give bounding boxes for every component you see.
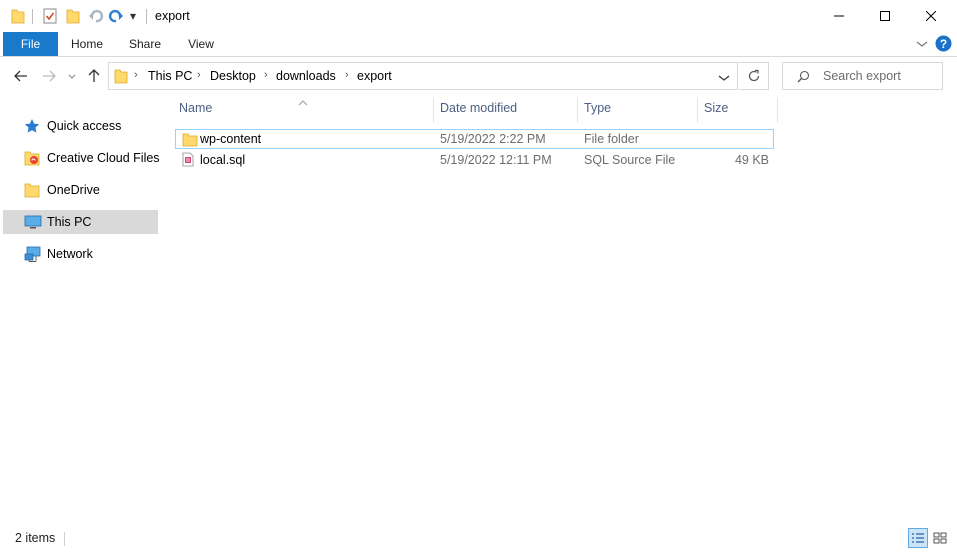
redo-icon[interactable]: [108, 8, 124, 27]
customize-toolbar-dropdown[interactable]: ▾: [130, 9, 136, 23]
separator: [146, 9, 147, 24]
folder-icon: [24, 182, 42, 198]
maximize-button[interactable]: [862, 0, 908, 32]
sql-file-icon: [182, 152, 194, 170]
column-header-date-modified[interactable]: Date modified: [440, 101, 570, 123]
large-icons-view-icon: [933, 532, 947, 544]
separator: [32, 9, 33, 24]
details-view-icon: [912, 533, 924, 543]
file-row[interactable]: local.sql 5/19/2022 12:11 PM SQL Source …: [175, 150, 774, 170]
properties-icon[interactable]: [43, 8, 57, 27]
breadcrumb-export[interactable]: export: [357, 69, 392, 83]
star-icon: [24, 118, 42, 134]
sidebar-item-this-pc[interactable]: This PC: [3, 210, 158, 234]
recent-locations-button[interactable]: [62, 66, 82, 86]
new-folder-icon[interactable]: [66, 8, 80, 27]
file-date: 5/19/2022 2:22 PM: [440, 132, 546, 146]
tab-view[interactable]: View: [180, 32, 222, 56]
column-header-size[interactable]: Size: [704, 101, 774, 123]
expand-ribbon-icon[interactable]: [916, 38, 928, 52]
file-row[interactable]: wp-content 5/19/2022 2:22 PM File folder: [175, 129, 774, 149]
tab-home[interactable]: Home: [66, 32, 108, 56]
sidebar-item-label: Creative Cloud Files: [47, 151, 160, 165]
tab-share[interactable]: Share: [124, 32, 166, 56]
window-title: export: [155, 9, 190, 23]
folder-icon: [182, 132, 198, 150]
column-divider[interactable]: [697, 97, 698, 123]
folder-icon: [114, 68, 128, 87]
minimize-button[interactable]: [816, 0, 862, 32]
title-bar: ▾ export: [0, 0, 957, 32]
breadcrumb-separator[interactable]: ›: [197, 69, 201, 81]
column-divider[interactable]: [577, 97, 578, 123]
tab-file[interactable]: File: [3, 32, 58, 56]
breadcrumb-separator[interactable]: ›: [345, 69, 349, 81]
navigation-pane: Quick access Creative Cloud Files OneDri…: [0, 97, 160, 527]
breadcrumb-separator[interactable]: ›: [134, 69, 138, 81]
search-box[interactable]: Search export: [782, 62, 943, 90]
file-size: 49 KB: [734, 153, 769, 167]
refresh-icon: [748, 69, 759, 82]
sidebar-item-label: OneDrive: [47, 183, 100, 197]
search-placeholder: Search export: [823, 69, 901, 83]
close-button[interactable]: [908, 0, 954, 32]
address-dropdown-icon[interactable]: [718, 72, 730, 86]
file-type: SQL Source File: [584, 153, 676, 167]
breadcrumb-this-pc[interactable]: This PC: [148, 69, 192, 83]
up-button[interactable]: [84, 66, 104, 86]
status-item-count: 2 items: [15, 531, 56, 545]
large-icons-view-button[interactable]: [930, 528, 950, 548]
file-name: wp-content: [200, 132, 262, 146]
file-type: File folder: [584, 132, 639, 146]
sidebar-item-label: Quick access: [47, 119, 122, 133]
sidebar-item-network[interactable]: Network: [3, 242, 158, 266]
column-divider[interactable]: [777, 97, 778, 123]
folder-icon: [11, 8, 25, 27]
back-button[interactable]: [11, 66, 31, 86]
column-header-name[interactable]: Name: [179, 101, 429, 123]
file-date: 5/19/2022 12:11 PM: [440, 153, 552, 167]
svg-text:?: ?: [940, 37, 947, 51]
help-icon[interactable]: ?: [935, 35, 952, 55]
monitor-icon: [24, 214, 42, 230]
column-header-type[interactable]: Type: [584, 101, 694, 123]
sidebar-item-quick-access[interactable]: Quick access: [3, 114, 158, 138]
ribbon-tabs: File Home Share View ?: [0, 32, 957, 57]
sidebar-item-onedrive[interactable]: OneDrive: [3, 178, 158, 202]
network-icon: [24, 246, 42, 262]
file-name: local.sql: [200, 153, 246, 167]
undo-icon[interactable]: [88, 8, 104, 27]
creative-cloud-folder-icon: [24, 150, 42, 166]
address-bar[interactable]: › This PC › Desktop › downloads › export: [108, 62, 738, 90]
breadcrumb-desktop[interactable]: Desktop: [210, 69, 256, 83]
separator: [64, 532, 65, 546]
details-view-button[interactable]: [908, 528, 928, 548]
sidebar-item-label: Network: [47, 247, 93, 261]
breadcrumb-separator[interactable]: ›: [264, 69, 268, 81]
search-icon: [797, 70, 810, 86]
sidebar-item-creative-cloud-files[interactable]: Creative Cloud Files: [3, 146, 160, 170]
breadcrumb-downloads[interactable]: downloads: [276, 69, 336, 83]
column-divider[interactable]: [433, 97, 434, 123]
sidebar-item-label: This PC: [47, 215, 92, 229]
refresh-button[interactable]: [739, 62, 769, 90]
forward-button[interactable]: [39, 66, 59, 86]
